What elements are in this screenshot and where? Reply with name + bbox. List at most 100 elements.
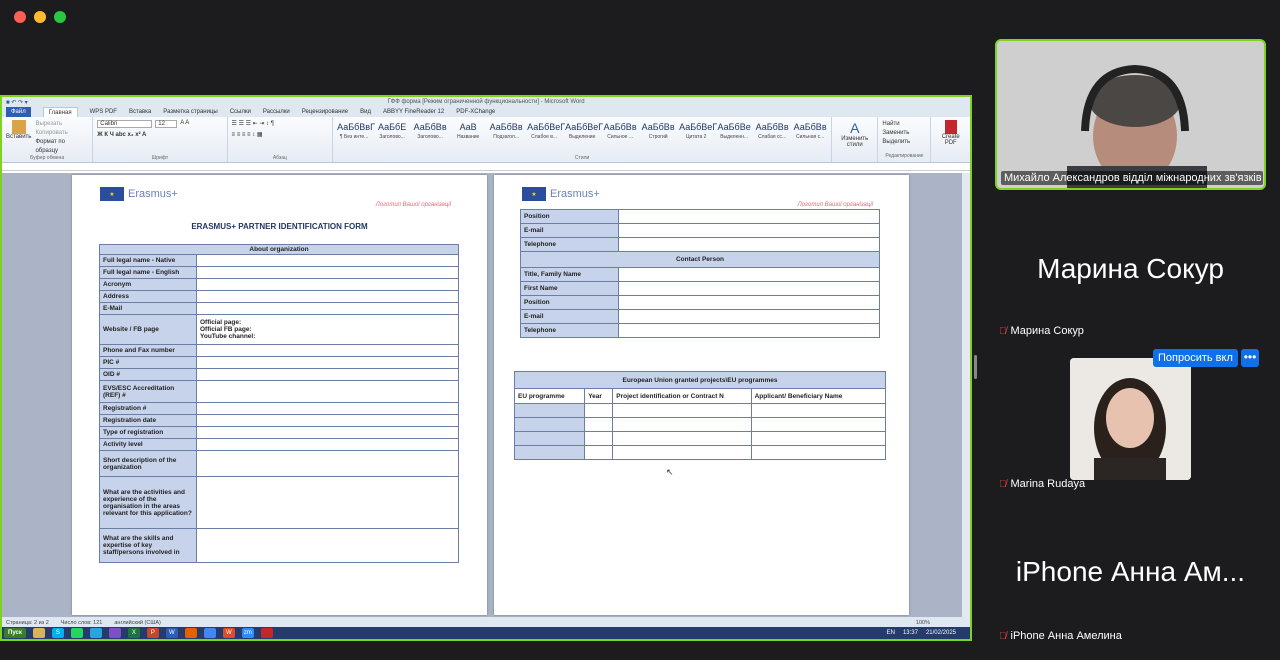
- table-cell[interactable]: [584, 417, 614, 432]
- pdf-app-icon[interactable]: [260, 628, 273, 638]
- style-item[interactable]: АаБбВвГ ¶ Без инте...: [337, 120, 375, 140]
- firefox-icon[interactable]: [184, 628, 197, 638]
- tab-page-layout[interactable]: Разметка страницы: [163, 109, 217, 115]
- tab-file[interactable]: Файл: [6, 107, 31, 117]
- style-item[interactable]: АаВ Название: [451, 120, 485, 140]
- word-icon[interactable]: W: [165, 628, 178, 638]
- close-window-button[interactable]: [14, 11, 26, 23]
- row-value-cell[interactable]: [196, 402, 459, 415]
- font-size-select[interactable]: 12: [155, 120, 178, 128]
- style-item[interactable]: АаБбВв Заголово...: [413, 120, 447, 140]
- row-value-cell[interactable]: [196, 278, 459, 291]
- table-cell[interactable]: [612, 431, 752, 446]
- row-value-cell[interactable]: [196, 426, 459, 439]
- table-cell[interactable]: [750, 403, 887, 418]
- style-item[interactable]: АаБбВеГ Выделение: [565, 120, 603, 140]
- row-value-cell[interactable]: [196, 302, 459, 315]
- clock-date[interactable]: 21/02/2025: [926, 630, 956, 636]
- tab-wps-pdf[interactable]: WPS PDF: [90, 109, 117, 115]
- tab-abbyy[interactable]: ABBYY FineReader 12: [383, 109, 444, 115]
- row-value-cell[interactable]: [618, 237, 880, 252]
- table-cell[interactable]: [750, 445, 887, 460]
- row-value-cell[interactable]: [618, 281, 880, 296]
- row-value-cell[interactable]: Official page: Official FB page: YouTube…: [196, 314, 459, 345]
- start-button[interactable]: Пуск: [4, 628, 26, 638]
- cut-button[interactable]: Вырезать: [35, 120, 88, 129]
- tab-insert[interactable]: Вставка: [129, 109, 151, 115]
- style-item[interactable]: АаБбВв Слабая сс...: [755, 120, 789, 140]
- list-icons[interactable]: ☰ ☰ ☰ ⇤ ⇥ ↕ ¶: [232, 120, 329, 127]
- row-value-cell[interactable]: [196, 414, 459, 427]
- row-value-cell[interactable]: [196, 344, 459, 357]
- language-status[interactable]: английский (США): [114, 620, 161, 626]
- copy-button[interactable]: Копировать: [35, 129, 88, 138]
- tab-pdf-xchange[interactable]: PDF-XChange: [456, 109, 495, 115]
- find-button[interactable]: Найти: [882, 120, 926, 129]
- row-value-cell[interactable]: [618, 323, 880, 338]
- table-cell[interactable]: [513, 403, 586, 418]
- panel-splitter[interactable]: [974, 355, 977, 379]
- row-value-cell[interactable]: [196, 254, 459, 267]
- row-value-cell[interactable]: [196, 450, 459, 477]
- table-cell[interactable]: [750, 431, 887, 446]
- style-item[interactable]: АаБбВв Строгий: [641, 120, 675, 140]
- chrome-icon[interactable]: [203, 628, 216, 638]
- table-cell[interactable]: [750, 417, 887, 432]
- powerpoint-icon[interactable]: P: [146, 628, 159, 638]
- viber-icon[interactable]: [108, 628, 121, 638]
- change-styles-button[interactable]: A Изменить стили: [832, 117, 879, 162]
- ask-to-unmute-button[interactable]: Попросить вкл: [1153, 349, 1238, 367]
- table-cell[interactable]: [612, 445, 752, 460]
- maximize-window-button[interactable]: [54, 11, 66, 23]
- table-cell[interactable]: [612, 403, 752, 418]
- table-cell[interactable]: [513, 417, 586, 432]
- style-item[interactable]: АаБбВв Подзагол...: [489, 120, 523, 140]
- vertical-scrollbar[interactable]: [962, 173, 970, 617]
- telegram-icon[interactable]: [89, 628, 102, 638]
- grow-font-icon[interactable]: A A: [180, 120, 189, 128]
- zoom-icon[interactable]: zm: [241, 628, 254, 638]
- create-pdf-button[interactable]: Create PDF: [931, 117, 970, 162]
- tab-view[interactable]: Вид: [360, 109, 371, 115]
- table-cell[interactable]: [513, 445, 586, 460]
- row-value-cell[interactable]: [196, 476, 459, 529]
- font-format-icons[interactable]: Ж К Ч abc x₂ x² A: [97, 132, 222, 138]
- tab-references[interactable]: Ссылки: [230, 109, 251, 115]
- quick-access-icons[interactable]: ■ ↶ ↷ ▾: [6, 98, 28, 108]
- style-item[interactable]: АаБбВе Выделенн...: [717, 120, 751, 140]
- row-value-cell[interactable]: [196, 438, 459, 451]
- row-value-cell[interactable]: [196, 266, 459, 279]
- row-value-cell[interactable]: [196, 528, 459, 563]
- participant-video-tile[interactable]: Михайло Александров відділ міжнародних з…: [995, 39, 1266, 190]
- input-language[interactable]: EN: [887, 630, 895, 636]
- style-item[interactable]: АаБбВв Сильное ...: [603, 120, 637, 140]
- row-value-cell[interactable]: [196, 290, 459, 303]
- tab-home[interactable]: Главная: [42, 107, 78, 117]
- skype-icon[interactable]: S: [51, 628, 64, 638]
- table-cell[interactable]: [612, 417, 752, 432]
- row-value-cell[interactable]: [618, 295, 880, 310]
- style-item[interactable]: АаБбВеГ Цитата 2: [679, 120, 717, 140]
- minimize-window-button[interactable]: [34, 11, 46, 23]
- style-item[interactable]: АаБбВв Сильная с...: [793, 120, 827, 140]
- whatsapp-icon[interactable]: [70, 628, 83, 638]
- style-item[interactable]: АаБбЕ Заголово...: [375, 120, 409, 140]
- table-cell[interactable]: [584, 403, 614, 418]
- font-name-select[interactable]: Calibri: [97, 120, 153, 128]
- row-value-cell[interactable]: [196, 368, 459, 381]
- row-value-cell[interactable]: [196, 380, 459, 403]
- more-options-button[interactable]: •••: [1241, 349, 1259, 367]
- wps-icon[interactable]: W: [222, 628, 235, 638]
- tab-mailings[interactable]: Рассылки: [263, 109, 290, 115]
- explorer-icon[interactable]: [32, 628, 45, 638]
- table-cell[interactable]: [584, 445, 614, 460]
- select-button[interactable]: Выделить: [882, 138, 926, 147]
- style-item[interactable]: АаБбВеГ Слабое в...: [527, 120, 565, 140]
- excel-icon[interactable]: X: [127, 628, 140, 638]
- row-value-cell[interactable]: [618, 267, 880, 282]
- tab-review[interactable]: Рецензирование: [302, 109, 348, 115]
- format-painter-button[interactable]: Формат по образцу: [35, 138, 88, 156]
- row-value-cell[interactable]: [618, 209, 880, 224]
- replace-button[interactable]: Заменить: [882, 129, 926, 138]
- row-value-cell[interactable]: [618, 309, 880, 324]
